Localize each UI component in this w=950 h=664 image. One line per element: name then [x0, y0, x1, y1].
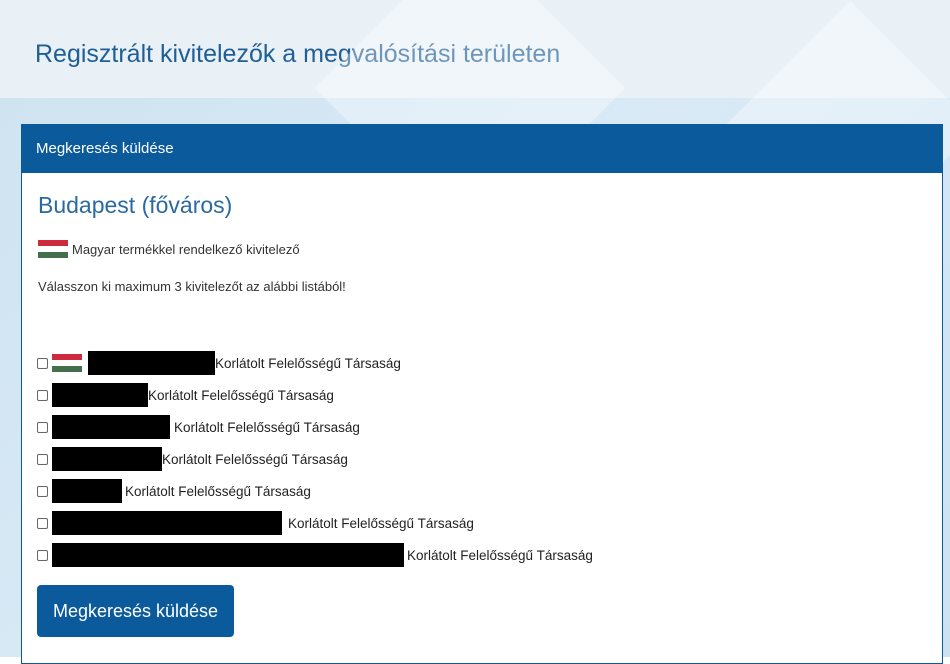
hungarian-flag-icon [38, 240, 68, 258]
send-request-button[interactable]: Megkeresés küldése [37, 585, 234, 637]
contractor-name-suffix: Korlátolt Felelősségű Társaság [174, 419, 360, 435]
legend-row: Magyar termékkel rendelkező kivitelező [38, 240, 300, 258]
redacted-name [52, 447, 162, 471]
instruction-text: Válasszon ki maximum 3 kivitelezőt az al… [38, 279, 346, 294]
redacted-name [52, 543, 404, 567]
hungarian-flag-icon [52, 354, 82, 372]
legend-text: Magyar termékkel rendelkező kivitelező [72, 241, 300, 257]
contractor-checkbox[interactable] [37, 549, 48, 561]
contractor-name-suffix: Korlátolt Felelősségű Társaság [215, 355, 401, 371]
redacted-name [52, 383, 148, 407]
contractor-name-suffix: Korlátolt Felelősségű Társaság [407, 547, 593, 563]
city-title: Budapest (főváros) [38, 192, 233, 218]
contractor-name-suffix: Korlátolt Felelősségű Társaság [288, 515, 474, 531]
contractor-name-suffix: Korlátolt Felelősségű Társaság [162, 451, 348, 467]
contractor-checkbox[interactable] [37, 389, 48, 401]
contractor-row: Korlátolt Felelősségű Társaság [37, 475, 917, 507]
contractor-list: Korlátolt Felelősségű Társaság Korlátolt… [37, 347, 917, 571]
contractor-checkbox[interactable] [37, 517, 48, 529]
redacted-name [52, 479, 122, 503]
panel-header: Megkeresés küldése [22, 125, 942, 173]
contractor-row: Korlátolt Felelősségű Társaság [37, 411, 917, 443]
contractor-checkbox[interactable] [37, 453, 48, 465]
contractor-checkbox[interactable] [37, 485, 48, 497]
redacted-name [88, 351, 215, 375]
contractor-row: Korlátolt Felelősségű Társaság [37, 539, 917, 571]
contractor-checkbox[interactable] [37, 421, 48, 433]
contractor-row: Korlátolt Felelősségű Társaság [37, 507, 917, 539]
contractor-checkbox[interactable] [37, 357, 48, 369]
contractor-row: Korlátolt Felelősségű Társaság [37, 347, 917, 379]
contractor-row: Korlátolt Felelősségű Társaság [37, 443, 917, 475]
request-panel: Megkeresés küldése Budapest (főváros) Ma… [21, 124, 943, 664]
contractor-name-suffix: Korlátolt Felelősségű Társaság [148, 387, 334, 403]
contractor-name-suffix: Korlátolt Felelősségű Társaság [125, 483, 311, 499]
redacted-name [52, 415, 170, 439]
redacted-name [52, 511, 282, 535]
contractor-row: Korlátolt Felelősségű Társaság [37, 379, 917, 411]
